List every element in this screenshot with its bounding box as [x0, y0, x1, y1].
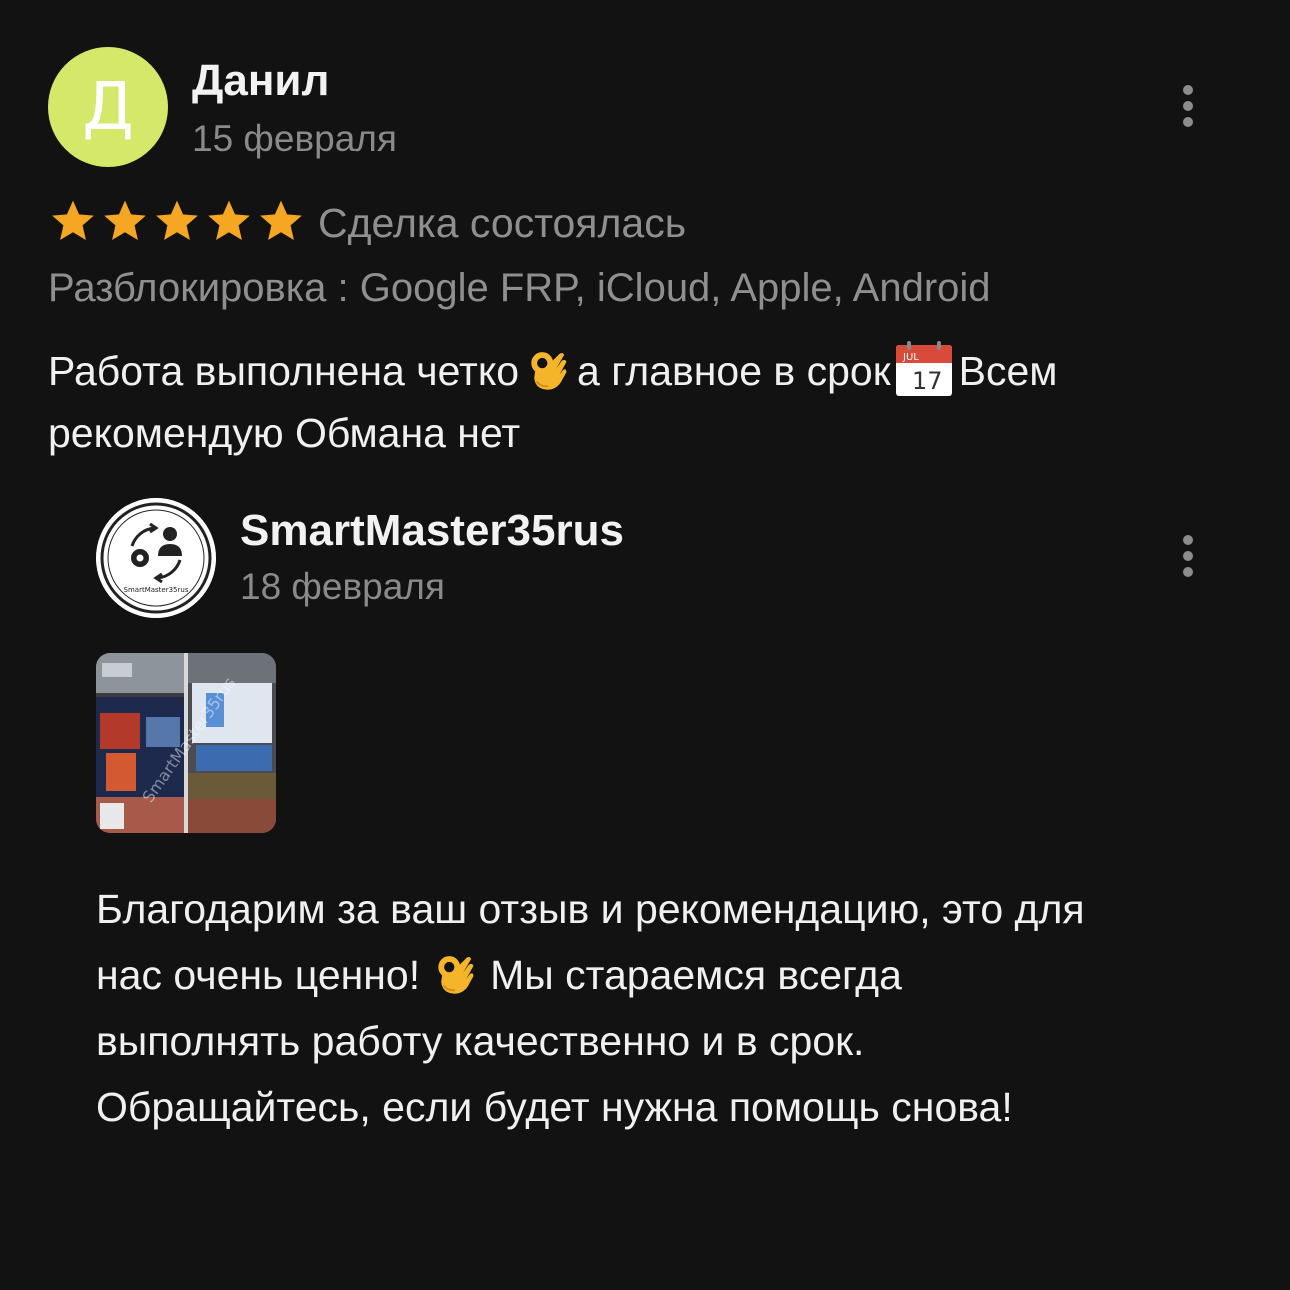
- star-icon: [104, 200, 146, 240]
- review-text-line: рекомендую Обмана нет: [48, 410, 521, 456]
- ok-hand-emoji: [438, 956, 474, 994]
- review-more-button[interactable]: [1168, 76, 1208, 136]
- star-icon: [208, 200, 250, 240]
- review-text-line: Работа выполнена четко а главное в срок …: [48, 340, 1248, 402]
- deal-status: Сделка состоялась: [318, 200, 687, 246]
- rating-stars: [48, 196, 306, 246]
- calendar-month: JUL: [902, 352, 919, 363]
- review-date: 15 февраля: [192, 118, 397, 159]
- review-text-fragment: Работа выполнена четко: [48, 348, 520, 394]
- more-dot: [1183, 551, 1193, 561]
- calendar-day: 17: [912, 367, 943, 395]
- more-vertical-icon: [1183, 535, 1193, 545]
- reply-text-line: Обращайтесь, если будет нужна помощь сно…: [96, 1084, 1013, 1130]
- more-dot: [1183, 117, 1193, 127]
- review-text-fragment: Всем: [958, 348, 1058, 394]
- reply-text-fragment: Мы стараемся всегда: [490, 952, 902, 998]
- reply-photo-thumbnail[interactable]: SmartMaster35rus: [96, 653, 276, 833]
- review-text-fragment: а главное в срок: [577, 348, 891, 394]
- smartmaster-logo: SmartMaster35rus: [96, 498, 216, 618]
- ok-hand-emoji: [531, 352, 567, 390]
- workshop-photo: SmartMaster35rus: [96, 653, 276, 833]
- star-icon: [156, 200, 198, 240]
- reviewer-avatar[interactable]: Д: [48, 47, 168, 167]
- seller-name[interactable]: SmartMaster35rus: [240, 506, 624, 556]
- reviewer-initial: Д: [82, 68, 134, 145]
- reply-text: Благодарим за ваш отзыв и рекомендацию, …: [96, 876, 1246, 1140]
- reply-text-line: выполнять работу качественно и в срок.: [96, 1018, 865, 1064]
- reply-date: 18 февраля: [240, 566, 445, 607]
- service-name[interactable]: Разблокировка : Google FRP, iCloud, Appl…: [48, 266, 991, 311]
- more-dot: [1183, 567, 1193, 577]
- review-text: Работа выполнена четко а главное в срок …: [48, 340, 1248, 464]
- review-card: Д Данил 15 февраля Сделка состоялась Раз…: [0, 0, 1290, 1290]
- seller-avatar[interactable]: SmartMaster35rus: [96, 498, 216, 618]
- logo-text: SmartMaster35rus: [124, 586, 189, 594]
- reply-text-fragment: нас очень ценно!: [96, 952, 421, 998]
- calendar-emoji: JUL 17: [895, 341, 952, 396]
- reply-more-button[interactable]: [1168, 526, 1208, 586]
- star-icon: [260, 200, 302, 240]
- star-icon: [52, 200, 94, 240]
- reply-text-line: нас очень ценно! Мы стараемся всегда: [96, 942, 1246, 1008]
- reply-text-line: Благодарим за ваш отзыв и рекомендацию, …: [96, 886, 1085, 932]
- reviewer-name[interactable]: Данил: [192, 56, 329, 106]
- more-dot: [1183, 101, 1193, 111]
- more-vertical-icon: [1183, 85, 1193, 95]
